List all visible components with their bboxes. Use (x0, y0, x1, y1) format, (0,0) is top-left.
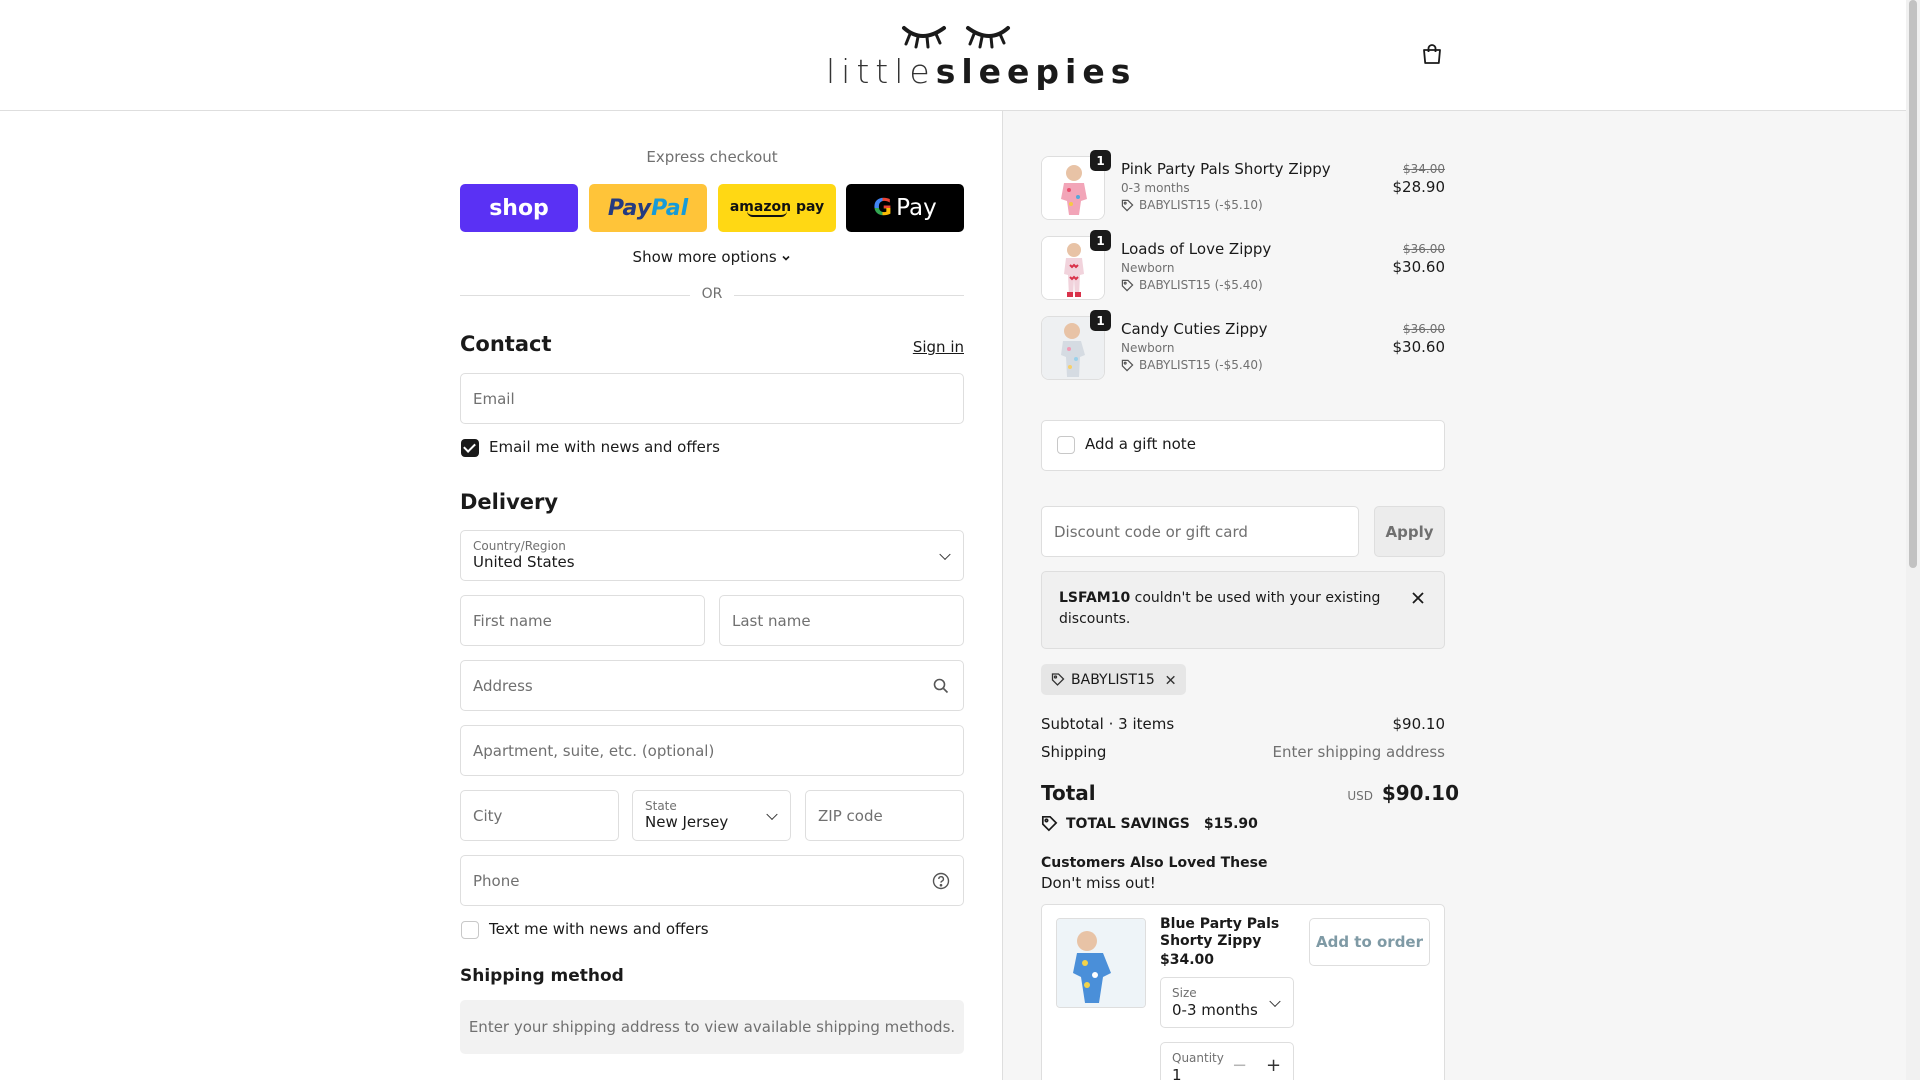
upsell-product-name: Blue Party Pals Shorty Zippy (1160, 916, 1280, 949)
search-icon (933, 678, 949, 694)
upsell-product-price: $34.00 (1160, 952, 1215, 968)
item-price: $30.60 (1392, 338, 1446, 356)
sign-in-link[interactable]: Sign in (900, 338, 964, 356)
order-item: 1 Pink Party Pals Shorty Zippy 0-3 month… (1041, 150, 1446, 222)
sleepy-eyes-icon (902, 26, 1010, 49)
show-more-options-link[interactable]: Show more options (460, 248, 964, 266)
increment-button[interactable]: + (1266, 1057, 1281, 1075)
quantity-badge: 1 (1090, 310, 1111, 331)
tag-icon (1041, 815, 1058, 832)
country-select[interactable]: Country/Region United States (460, 530, 964, 581)
shop-pay-button[interactable]: shop (460, 184, 578, 232)
subtotal-row: Subtotal · 3 items $90.10 (1041, 715, 1445, 733)
item-discount: BABYLIST15 (-$5.40) (1121, 278, 1263, 292)
chevron-down-icon (782, 255, 791, 261)
paypal-button[interactable]: Pay Pal (589, 184, 707, 232)
item-price: $28.90 (1392, 178, 1446, 196)
first-name-field[interactable]: First name (460, 595, 705, 646)
tag-icon (1121, 359, 1134, 371)
amazon-pay-button[interactable]: amazon pay (718, 184, 836, 232)
total-savings: TOTAL SAVINGS $15.90 (1041, 815, 1258, 832)
google-g-icon: G (873, 195, 893, 221)
delivery-heading: Delivery (460, 490, 559, 514)
item-discount: BABYLIST15 (-$5.40) (1121, 358, 1263, 372)
item-original-price: $36.00 (1403, 322, 1445, 336)
or-label: OR (690, 286, 734, 302)
apartment-field[interactable]: Apartment, suite, etc. (optional) (460, 725, 964, 776)
item-variant: Newborn (1121, 341, 1175, 355)
express-checkout-title: Express checkout (646, 148, 778, 166)
shopping-bag-icon[interactable] (1420, 42, 1444, 66)
tag-icon (1121, 279, 1134, 291)
amazon-smile-icon (747, 211, 787, 217)
google-pay-button[interactable]: G Pay (846, 184, 964, 232)
city-field[interactable]: City (460, 790, 619, 841)
last-name-field[interactable]: Last name (719, 595, 964, 646)
add-to-order-button[interactable]: Add to order (1309, 918, 1430, 966)
zip-field[interactable]: ZIP code (805, 790, 964, 841)
discount-error-message: LSFAM10 couldn't be used with your exist… (1041, 571, 1445, 649)
remove-discount-icon[interactable] (1165, 674, 1176, 686)
email-field[interactable]: Email (460, 373, 964, 424)
state-select[interactable]: State New Jersey (632, 790, 791, 841)
item-discount: BABYLIST15 (-$5.10) (1121, 198, 1263, 212)
item-name: Candy Cuties Zippy (1121, 320, 1268, 338)
shipping-method-notice: Enter your shipping address to view avai… (460, 1000, 964, 1054)
quantity-badge: 1 (1090, 150, 1111, 171)
total-label: Total (1041, 781, 1096, 805)
sms-checkbox-label: Text me with news and offers (489, 920, 709, 938)
close-icon[interactable] (1410, 590, 1426, 606)
shipping-row: Shipping Enter shipping address (1041, 743, 1445, 761)
shipping-method-heading: Shipping method (460, 966, 624, 986)
item-price: $30.60 (1392, 258, 1446, 276)
gift-note-label: Add a gift note (1085, 435, 1196, 453)
news-checkbox-label: Email me with news and offers (489, 438, 720, 456)
order-item: 1 Candy Cuties Zippy Newborn BABYLIST15 … (1041, 310, 1446, 382)
scrollbar-thumb[interactable] (1909, 0, 1917, 568)
brand-wordmark: littlesleepies (826, 52, 1137, 91)
order-item: 1 Loads of Love Zippy Newborn BABYLIST15… (1041, 230, 1446, 302)
header: littlesleepies (0, 0, 1906, 111)
gift-note-checkbox[interactable] (1057, 436, 1075, 454)
sms-checkbox[interactable] (461, 921, 479, 939)
total-value: $90.10 (1381, 781, 1459, 805)
applied-discount-tag: BABYLIST15 (1041, 664, 1186, 695)
tag-icon (1121, 199, 1134, 211)
item-name: Pink Party Pals Shorty Zippy (1121, 160, 1331, 178)
item-name: Loads of Love Zippy (1121, 240, 1272, 258)
product-thumbnail (1056, 918, 1146, 1008)
contact-heading: Contact (460, 332, 552, 356)
apply-discount-button[interactable]: Apply (1374, 506, 1445, 557)
item-original-price: $34.00 (1403, 162, 1445, 176)
chevron-down-icon (766, 808, 778, 820)
item-variant: Newborn (1121, 261, 1175, 275)
item-original-price: $36.00 (1403, 242, 1445, 256)
phone-field[interactable]: Phone (460, 855, 964, 906)
decrement-button[interactable]: − (1232, 1057, 1247, 1075)
item-variant: 0-3 months (1121, 181, 1190, 195)
upsell-subheading: Don't miss out! (1041, 874, 1156, 892)
chevron-down-icon (939, 548, 951, 560)
upsell-heading: Customers Also Loved These (1041, 855, 1268, 871)
help-circle-icon[interactable] (931, 871, 951, 891)
address-field[interactable]: Address (460, 660, 964, 711)
discount-code-input[interactable]: Discount code or gift card (1041, 506, 1359, 557)
currency-code: USD (1347, 789, 1373, 803)
brand-logo[interactable]: littlesleepies (826, 18, 1137, 92)
news-checkbox[interactable] (461, 439, 479, 457)
size-select[interactable]: Size 0-3 months (1160, 977, 1294, 1028)
tag-icon (1051, 673, 1065, 686)
quantity-badge: 1 (1090, 230, 1111, 251)
